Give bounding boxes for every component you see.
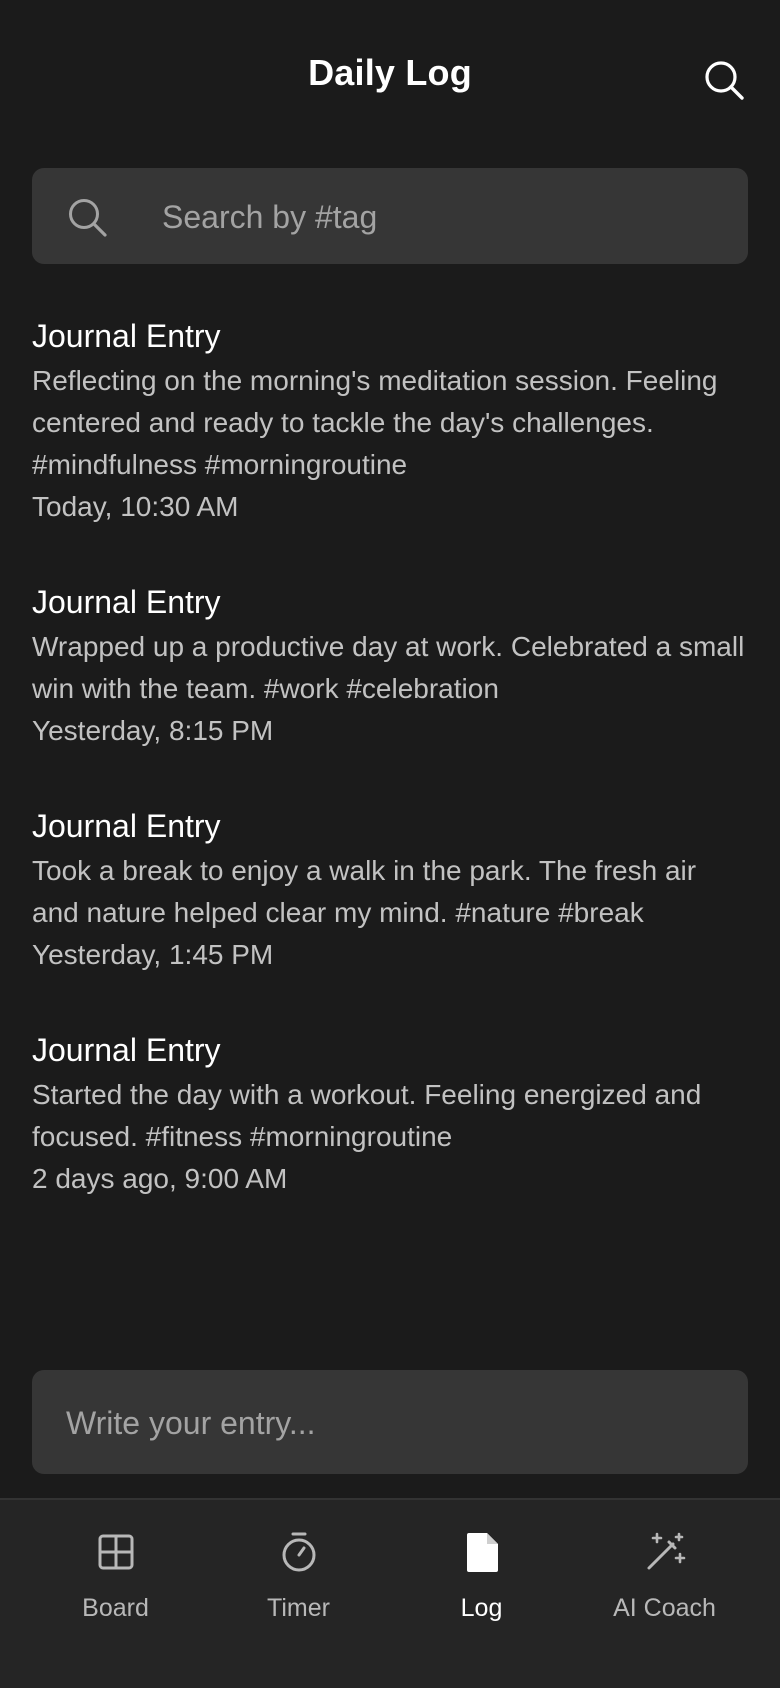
tab-log[interactable]: Log [384, 1530, 579, 1650]
entry-title: Journal Entry [32, 1032, 221, 1068]
tab-label: AI Coach [613, 1594, 716, 1622]
search-icon [705, 61, 744, 100]
journal-entry[interactable]: Journal Entry Started the day with a wor… [32, 1026, 750, 1200]
entry-timestamp: Yesterday, 1:45 PM [32, 939, 274, 970]
entry-timestamp: Today, 10:30 AM [32, 491, 239, 522]
tab-ai-coach[interactable]: AI Coach [567, 1530, 762, 1650]
tab-label: Log [460, 1594, 503, 1622]
entry-title: Journal Entry [32, 808, 221, 844]
grid-icon [98, 1534, 133, 1570]
entry-body: Wrapped up a productive day at work. Cel… [32, 631, 745, 704]
entry-body: Took a break to enjoy a walk in the park… [32, 855, 697, 928]
entry-timestamp: 2 days ago, 9:00 AM [32, 1163, 288, 1194]
stopwatch-icon [282, 1532, 315, 1572]
journal-entry[interactable]: Journal Entry Took a break to enjoy a wa… [32, 802, 750, 976]
entry-composer [32, 1370, 748, 1476]
entry-input[interactable] [64, 1370, 718, 1476]
journal-entry[interactable]: Journal Entry Wrapped up a productive da… [32, 578, 750, 752]
entry-timestamp: Yesterday, 8:15 PM [32, 715, 274, 746]
entry-title: Journal Entry [32, 584, 221, 620]
page-title: Daily Log [308, 52, 472, 93]
app-header: Daily Log [0, 0, 780, 156]
entry-body: Started the day with a workout. Feeling … [32, 1079, 702, 1152]
entry-body: Reflecting on the morning's meditation s… [32, 365, 718, 480]
tab-board[interactable]: Board [18, 1530, 213, 1650]
tag-search-bar [32, 168, 748, 266]
journal-entry[interactable]: Journal Entry Reflecting on the morning'… [32, 312, 750, 528]
journal-entry-list: Journal Entry Reflecting on the morning'… [32, 312, 750, 1250]
search-icon [69, 199, 107, 237]
bottom-tab-bar: Board Timer Log AI Coach [0, 1498, 780, 1688]
magic-wand-icon [647, 1532, 685, 1570]
tag-search-input[interactable] [160, 168, 724, 266]
document-icon [466, 1533, 498, 1572]
tab-timer[interactable]: Timer [201, 1530, 396, 1650]
tab-label: Board [82, 1594, 149, 1622]
header-search-button[interactable] [702, 58, 746, 102]
tab-label: Timer [267, 1594, 330, 1622]
entry-title: Journal Entry [32, 318, 221, 354]
